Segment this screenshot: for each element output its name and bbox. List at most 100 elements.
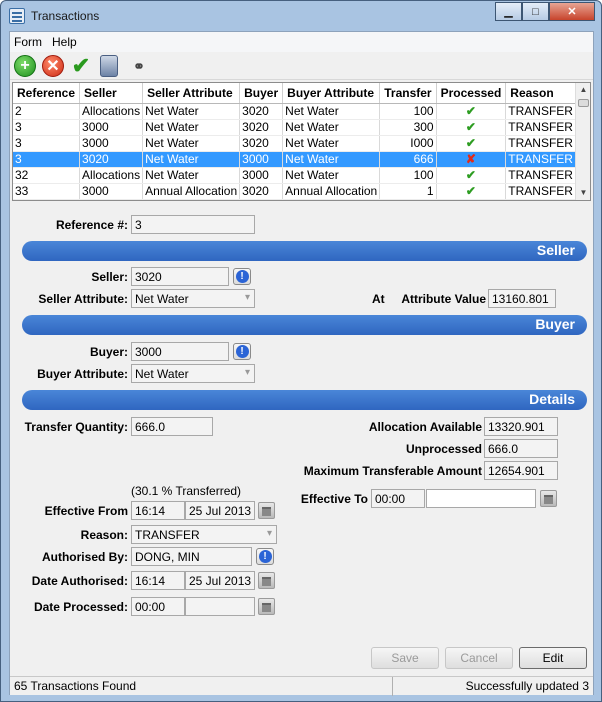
buyer-attribute-select[interactable]: Net Water <box>131 364 255 383</box>
allocation-available-field[interactable]: 13320.901 <box>484 417 558 436</box>
effective-to-date-field[interactable] <box>426 489 536 508</box>
cell-buyer: 3020 <box>239 103 284 120</box>
authorised-by-lookup-button[interactable]: ! <box>256 548 274 565</box>
seller-field[interactable]: 3020 <box>131 267 229 286</box>
delete-icon[interactable]: ✕ <box>42 55 64 77</box>
column-header-buyer-attribute[interactable]: Buyer Attribute <box>282 83 381 104</box>
menu-bar: Form Help <box>10 32 593 52</box>
table-row[interactable]: 2 Allocations Net Water 3020 Net Water 100 ✔ TR… <box>13 103 576 120</box>
database-icon[interactable] <box>100 55 118 77</box>
seller-attribute-select[interactable]: Net Water <box>131 289 255 308</box>
date-processed-time-field[interactable]: 00:00 <box>131 597 185 616</box>
cell-processed: ✘ <box>436 151 507 168</box>
cell-buyer: 3020 <box>239 135 284 152</box>
cell-reason: TRANSFER <box>505 183 576 200</box>
cell-reference: 33 <box>13 183 81 200</box>
reference-field[interactable]: 3 <box>131 215 255 234</box>
cell-processed: ✔ <box>436 103 507 120</box>
title-bar[interactable]: Transactions ▁ □ ✕ <box>1 1 601 31</box>
table-row[interactable]: 3 3000 Net Water 3020 Net Water I000 ✔ TRANSFER <box>13 135 576 152</box>
date-authorised-date-field[interactable]: 25 Jul 2013 <box>185 571 255 590</box>
scroll-up-icon[interactable]: ▲ <box>576 83 591 97</box>
buyer-lookup-button[interactable]: ! <box>233 343 251 360</box>
transfer-quantity-label: Transfer Quantity: <box>24 420 128 434</box>
cell-reason: TRANSFER <box>505 135 576 152</box>
table-row[interactable]: 3 3000 Net Water 3020 Net Water 300 ✔ TRANSFER <box>13 119 576 136</box>
effective-from-date-field[interactable]: 25 Jul 2013 <box>185 501 255 520</box>
column-header-seller-attribute[interactable]: Seller Attribute <box>142 83 241 104</box>
calendar-icon[interactable] <box>258 572 275 589</box>
table-row[interactable]: 33 3000 Annual Allocation 3020 Annual Alloca… <box>13 183 576 200</box>
scroll-down-icon[interactable]: ▼ <box>576 186 591 200</box>
cell-buyer-attribute: Annual Allocation <box>282 183 381 200</box>
add-icon[interactable]: + <box>14 55 36 77</box>
checkmark-icon: ✔ <box>465 120 476 134</box>
effective-to-time-field[interactable]: 00:00 <box>371 489 425 508</box>
date-processed-label: Date Processed: <box>33 600 128 614</box>
allocation-available-label: Allocation Available <box>368 420 482 434</box>
column-header-reference[interactable]: Reference <box>13 83 81 104</box>
binoculars-icon[interactable]: ⚭ <box>128 55 150 77</box>
cell-transfer: 100 <box>379 103 437 120</box>
cell-seller-attribute: Net Water <box>142 167 241 184</box>
date-processed-date-field[interactable] <box>185 597 255 616</box>
attribute-value-field[interactable]: 13160.801 <box>488 289 556 308</box>
maximum-transferable-field[interactable]: 12654.901 <box>484 461 558 480</box>
seller-lookup-button[interactable]: ! <box>233 268 251 285</box>
effective-from-time-field[interactable]: 16:14 <box>131 501 185 520</box>
table-row[interactable]: 3 3020 Net Water 3000 Net Water 666 ✘ TRANSFER <box>13 151 576 168</box>
toolbar: + ✕ ✔ ⚭ <box>10 52 593 80</box>
cell-reference: 2 <box>13 103 81 120</box>
maximize-button[interactable]: □ <box>522 2 549 21</box>
cell-transfer: I000 <box>379 135 437 152</box>
minimize-icon: ▁ <box>504 6 513 18</box>
menu-help[interactable]: Help <box>52 35 77 49</box>
minimize-button[interactable]: ▁ <box>495 2 522 21</box>
unprocessed-field[interactable]: 666.0 <box>484 439 558 458</box>
cell-seller-attribute: Net Water <box>142 103 241 120</box>
scroll-thumb[interactable] <box>578 99 589 107</box>
reference-label: Reference #: <box>55 218 128 232</box>
checkmark-icon[interactable]: ✔ <box>70 53 92 78</box>
column-header-buyer[interactable]: Buyer <box>239 83 284 104</box>
close-button[interactable]: ✕ <box>549 2 595 21</box>
transactions-table[interactable]: Reference Seller Seller Attribute Buyer … <box>12 82 591 201</box>
column-header-reason[interactable]: Reason <box>505 83 576 104</box>
table-scrollbar[interactable]: ▲ ▼ <box>575 83 590 200</box>
checkmark-icon: ✔ <box>465 136 476 150</box>
column-header-processed[interactable]: Processed <box>436 83 507 104</box>
cell-buyer-attribute: Net Water <box>282 119 381 136</box>
menu-form[interactable]: Form <box>14 35 42 49</box>
column-header-seller[interactable]: Seller <box>79 83 144 104</box>
authorised-by-field[interactable]: DONG, MIN <box>131 547 252 566</box>
cell-buyer-attribute: Net Water <box>282 103 381 120</box>
effective-to-label: Effective To <box>300 492 368 506</box>
date-authorised-time-field[interactable]: 16:14 <box>131 571 185 590</box>
checkmark-icon: ✔ <box>465 184 476 198</box>
cell-buyer: 3020 <box>239 119 284 136</box>
cell-transfer: 666 <box>379 151 437 168</box>
cell-seller-attribute: Annual Allocation <box>142 183 241 200</box>
cell-buyer: 3000 <box>239 167 284 184</box>
cancel-button[interactable]: Cancel <box>445 647 513 669</box>
cell-reason: TRANSFER <box>505 119 576 136</box>
transfer-quantity-field[interactable]: 666.0 <box>131 417 213 436</box>
table-row[interactable]: 32 Allocations Net Water 3000 Net Water 100 ✔ T… <box>13 167 576 184</box>
cell-seller: 3000 <box>79 135 144 152</box>
calendar-icon[interactable] <box>258 502 275 519</box>
cell-reference: 3 <box>13 135 81 152</box>
buyer-field[interactable]: 3000 <box>131 342 229 361</box>
cross-icon: ✘ <box>465 152 476 166</box>
reason-select[interactable]: TRANSFER <box>131 525 277 544</box>
transaction-form: Reference #: 3 Seller Seller: 3020 ! Sel… <box>12 204 591 644</box>
status-record-count: 65 Transactions Found <box>10 677 393 696</box>
calendar-icon[interactable] <box>540 490 557 507</box>
info-icon: ! <box>235 345 249 358</box>
save-button[interactable]: Save <box>371 647 439 669</box>
cell-seller-attribute: Net Water <box>142 135 241 152</box>
cell-reference: 3 <box>13 119 81 136</box>
calendar-icon[interactable] <box>258 598 275 615</box>
column-header-transfer[interactable]: Transfer <box>379 83 437 104</box>
edit-button[interactable]: Edit <box>519 647 587 669</box>
cell-reason: TRANSFER <box>505 167 576 184</box>
